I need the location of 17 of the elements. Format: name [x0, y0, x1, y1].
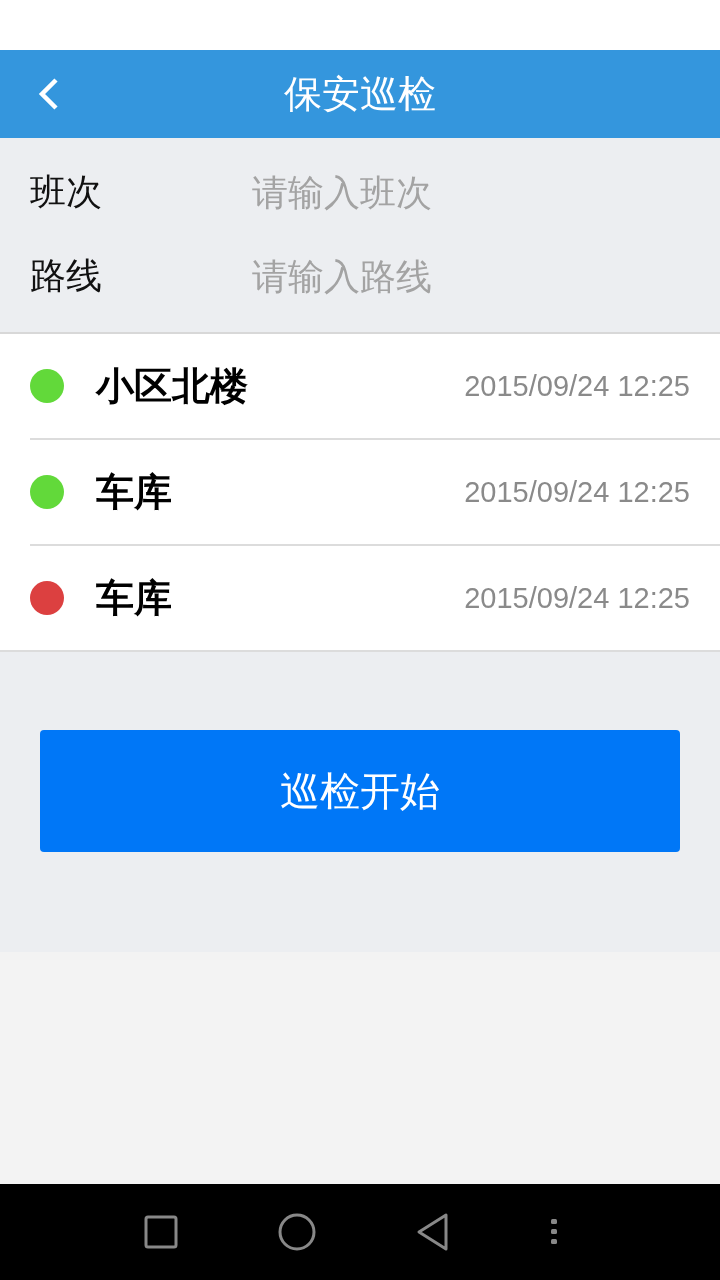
checkpoint-time: 2015/09/24 12:25 [464, 475, 690, 509]
checkpoint-time: 2015/09/24 12:25 [464, 369, 690, 403]
start-patrol-button[interactable]: 巡检开始 [40, 730, 680, 852]
back-icon[interactable] [416, 1213, 450, 1251]
page-title: 保安巡检 [284, 70, 436, 118]
input-field[interactable]: 请输入路线 [252, 255, 552, 297]
field-label: 路线 [29, 253, 103, 298]
home-icon[interactable] [278, 1213, 316, 1251]
checkpoint-name: 车库 [96, 574, 173, 622]
checkpoint-time: 2015/09/24 12:25 [464, 581, 690, 615]
input-field[interactable]: 请输入班次 [252, 171, 552, 213]
checkpoint-name: 车库 [96, 468, 173, 516]
checkpoint-name: 小区北楼 [96, 362, 249, 410]
more-options-icon[interactable] [550, 1218, 558, 1246]
back-icon[interactable] [37, 77, 59, 111]
field-label: 班次 [29, 169, 103, 214]
recent-apps-icon[interactable] [144, 1215, 178, 1249]
